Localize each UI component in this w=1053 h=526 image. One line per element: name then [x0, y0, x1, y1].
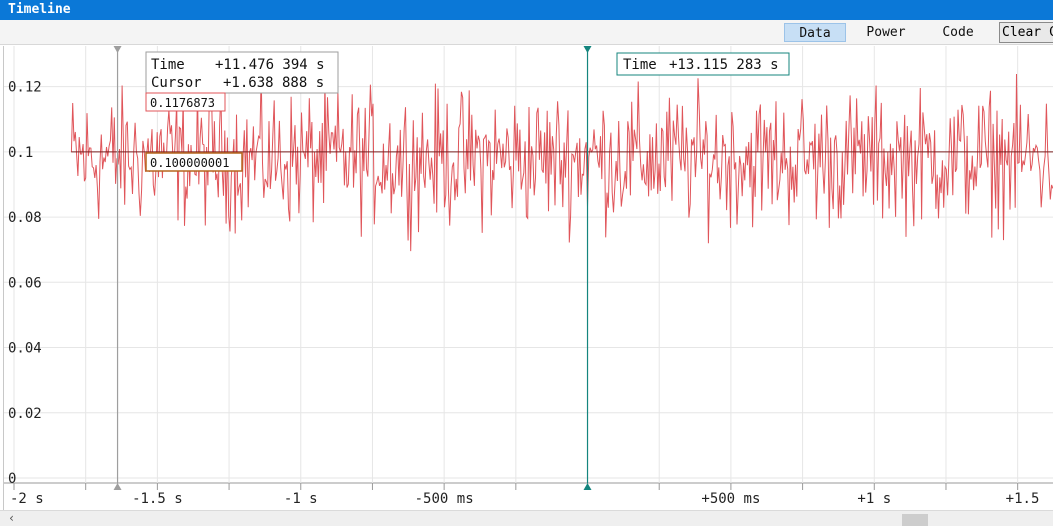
x-tick-label: -2 s	[10, 491, 44, 507]
scroll-thumb[interactable]	[902, 514, 928, 526]
left-cursor-top-handle[interactable]	[113, 46, 122, 53]
readout-cursor-value: +1.638 888 s	[223, 75, 324, 91]
scroll-left-icon[interactable]: ‹	[8, 511, 15, 526]
tab-power[interactable]: Power	[856, 23, 916, 42]
right-cursor-bottom-handle[interactable]	[583, 483, 592, 490]
y-tick-label: 0	[8, 471, 16, 487]
right-time-label: Time	[623, 57, 657, 73]
y-tick-label: 0.06	[8, 275, 42, 291]
readout-time-label: Time	[151, 57, 185, 73]
y-axis-ticks: 0 0.02 0.04 0.06 0.08 0.1 0.12	[8, 80, 42, 487]
tab-code[interactable]: Code	[930, 23, 986, 42]
clear-button[interactable]: Clear C	[999, 22, 1053, 43]
y-tick-label: 0.04	[8, 341, 42, 357]
marker-value: 0.1176873	[150, 96, 215, 110]
y-tick-label: 0.02	[8, 406, 42, 422]
level-value: 0.100000001	[150, 156, 229, 170]
x-tick-label: -1 s	[284, 491, 318, 507]
right-cursor-top-handle[interactable]	[583, 46, 592, 53]
right-time-value: +13.115 283 s	[669, 57, 779, 73]
window-title: Timeline	[0, 0, 1053, 20]
x-tick-label: +1.5	[1006, 491, 1040, 507]
x-tick-label: -500 ms	[415, 491, 474, 507]
x-tick-label: +500 ms	[701, 491, 760, 507]
y-tick-label: 0.12	[8, 80, 42, 96]
y-tick-label: 0.08	[8, 210, 42, 226]
x-tick-label: +1 s	[857, 491, 891, 507]
readout-cursor-label: Cursor	[151, 75, 202, 91]
x-tick-label: -1.5 s	[132, 491, 183, 507]
left-cursor-bottom-handle[interactable]	[113, 483, 122, 490]
toolbar: Data Power Code Clear C	[0, 20, 1053, 45]
readout-time-value: +11.476 394 s	[215, 57, 325, 73]
x-axis-ticks: -2 s -1.5 s -1 s -500 ms +500 ms +1 s +1.5	[10, 491, 1039, 507]
horizontal-scrollbar[interactable]: ‹	[0, 510, 1053, 526]
timeline-chart[interactable]: 00.020.040.060.080.10.12 -2 s -1.5 s -1 s-…	[4, 46, 1053, 510]
tab-data[interactable]: Data	[784, 23, 846, 42]
timeline-plot[interactable]: 0 0.02 0.04 0.06 0.08 0.1 0.12 -2 s -1.5 s -1 s-…	[3, 46, 1053, 510]
y-tick-label: 0.1	[8, 145, 33, 161]
